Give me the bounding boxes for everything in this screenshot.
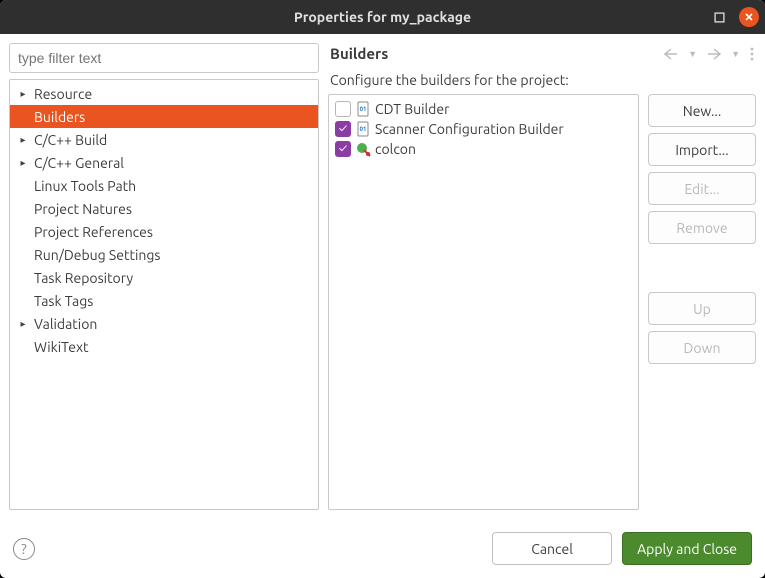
button-column: New... Import... Edit... Remove Up Down (648, 94, 756, 510)
tree-item-label: Task Tags (30, 293, 93, 309)
tree-item-label: Project Natures (30, 201, 132, 217)
page-body: 01 CDT Builder 01 Scanner Configuration Bui… (328, 94, 756, 510)
tree-item[interactable]: Task Repository (10, 266, 318, 289)
left-panel: ▸ResourceBuilders▸C/C++ Build▸C/C++ Gene… (9, 43, 319, 510)
svg-text:01: 01 (360, 106, 367, 113)
builder-label: Scanner Configuration Builder (375, 121, 564, 137)
titlebar: Properties for my_package (0, 0, 765, 34)
up-button[interactable]: Up (648, 292, 756, 325)
tree-item-label: Resource (30, 86, 92, 102)
help-button[interactable]: ? (13, 538, 35, 560)
nav-forward-icon[interactable] (707, 48, 721, 60)
cancel-button[interactable]: Cancel (492, 532, 612, 565)
tree-item[interactable]: Project References (10, 220, 318, 243)
builder-item[interactable]: colcon (333, 139, 634, 159)
page-nav: ▼ ▼ (664, 47, 754, 61)
expand-icon: ▸ (16, 134, 30, 146)
tree-item-label: Project References (30, 224, 153, 240)
page-description: Configure the builders for the project: (330, 72, 756, 88)
tree-item[interactable]: Linux Tools Path (10, 174, 318, 197)
new-button[interactable]: New... (648, 94, 756, 127)
dialog-window: Properties for my_package ▸ResourceBuild… (0, 0, 765, 578)
expand-icon: ▸ (16, 88, 30, 100)
tree-item[interactable]: Task Tags (10, 289, 318, 312)
tree-item[interactable]: Project Natures (10, 197, 318, 220)
builder-item[interactable]: 01 Scanner Configuration Builder (333, 119, 634, 139)
tree-item-label: Validation (30, 316, 97, 332)
nav-back-icon[interactable] (664, 48, 678, 60)
tree-item-label: Run/Debug Settings (30, 247, 161, 263)
filter-input[interactable] (9, 43, 319, 73)
tree-item[interactable]: ▸Validation (10, 312, 318, 335)
tree-item[interactable]: WikiText (10, 335, 318, 358)
expand-icon: ▸ (16, 157, 30, 169)
builders-list[interactable]: 01 CDT Builder 01 Scanner Configuration Bui… (328, 94, 639, 510)
nav-back-menu-icon[interactable]: ▼ (688, 49, 697, 59)
maximize-button[interactable] (709, 7, 729, 27)
tree-item-label: WikiText (30, 339, 89, 355)
close-button[interactable] (739, 7, 759, 27)
tree-item[interactable]: Builders (10, 105, 318, 128)
tree-item[interactable]: ▸C/C++ Build (10, 128, 318, 151)
dialog-body: ▸ResourceBuilders▸C/C++ Build▸C/C++ Gene… (0, 34, 765, 519)
footer: ? Cancel Apply and Close (0, 519, 765, 578)
apply-close-button[interactable]: Apply and Close (622, 532, 752, 565)
view-menu-icon[interactable] (750, 47, 754, 61)
builder-checkbox[interactable] (335, 121, 351, 137)
builder-checkbox[interactable] (335, 101, 351, 117)
right-panel: Builders ▼ ▼ Configure the builders for … (328, 43, 756, 510)
tree-item-label: C/C++ Build (30, 132, 107, 148)
window-controls (709, 7, 759, 27)
builder-checkbox[interactable] (335, 141, 351, 157)
edit-button[interactable]: Edit... (648, 172, 756, 205)
spacer (648, 250, 756, 286)
builder-label: colcon (375, 141, 416, 157)
expand-icon: ▸ (16, 318, 30, 330)
tree-item[interactable]: ▸C/C++ General (10, 151, 318, 174)
tree-item-label: Linux Tools Path (30, 178, 136, 194)
page-header: Builders ▼ ▼ (328, 43, 756, 72)
builder-item[interactable]: 01 CDT Builder (333, 99, 634, 119)
down-button[interactable]: Down (648, 331, 756, 364)
tree-item-label: Task Repository (30, 270, 133, 286)
tree-item[interactable]: Run/Debug Settings (10, 243, 318, 266)
category-tree[interactable]: ▸ResourceBuilders▸C/C++ Build▸C/C++ Gene… (9, 79, 319, 510)
remove-button[interactable]: Remove (648, 211, 756, 244)
maximize-icon (714, 12, 725, 23)
nav-forward-menu-icon[interactable]: ▼ (731, 49, 740, 59)
builder-file-icon: 01 (355, 121, 371, 137)
page-title: Builders (330, 45, 664, 62)
window-title: Properties for my_package (294, 9, 471, 25)
tree-item-label: Builders (30, 109, 85, 125)
external-tool-icon (355, 141, 371, 157)
import-button[interactable]: Import... (648, 133, 756, 166)
svg-text:01: 01 (360, 126, 367, 133)
builder-label: CDT Builder (375, 101, 449, 117)
tree-item-label: C/C++ General (30, 155, 124, 171)
close-icon (744, 12, 754, 22)
tree-item[interactable]: ▸Resource (10, 82, 318, 105)
builder-file-icon: 01 (355, 101, 371, 117)
